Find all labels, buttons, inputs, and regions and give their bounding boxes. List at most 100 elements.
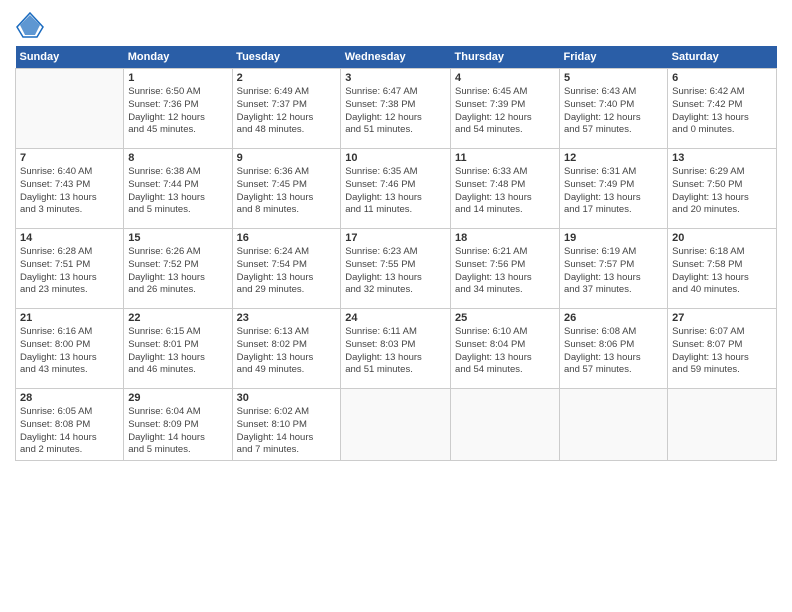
day-info: Sunrise: 6:31 AMSunset: 7:49 PMDaylight:… bbox=[564, 166, 663, 217]
calendar-cell: 29 Sunrise: 6:04 AMSunset: 8:09 PMDayligh… bbox=[124, 389, 232, 461]
logo bbox=[15, 10, 49, 40]
day-number: 13 bbox=[672, 152, 772, 164]
calendar-cell: 28 Sunrise: 6:05 AMSunset: 8:08 PMDayligh… bbox=[16, 389, 124, 461]
calendar-cell: 26 Sunrise: 6:08 AMSunset: 8:06 PMDayligh… bbox=[560, 309, 668, 389]
calendar-body: 1 Sunrise: 6:50 AMSunset: 7:36 PMDaylight… bbox=[16, 69, 777, 461]
calendar-cell: 7 Sunrise: 6:40 AMSunset: 7:43 PMDaylight… bbox=[16, 149, 124, 229]
day-number: 24 bbox=[345, 312, 446, 324]
day-info: Sunrise: 6:49 AMSunset: 7:37 PMDaylight:… bbox=[237, 86, 337, 137]
day-info: Sunrise: 6:02 AMSunset: 8:10 PMDaylight:… bbox=[237, 406, 337, 457]
day-info: Sunrise: 6:40 AMSunset: 7:43 PMDaylight:… bbox=[20, 166, 119, 217]
calendar-cell: 9 Sunrise: 6:36 AMSunset: 7:45 PMDaylight… bbox=[232, 149, 341, 229]
day-number: 11 bbox=[455, 152, 555, 164]
day-info: Sunrise: 6:19 AMSunset: 7:57 PMDaylight:… bbox=[564, 246, 663, 297]
day-info: Sunrise: 6:43 AMSunset: 7:40 PMDaylight:… bbox=[564, 86, 663, 137]
day-info: Sunrise: 6:05 AMSunset: 8:08 PMDaylight:… bbox=[20, 406, 119, 457]
calendar-cell bbox=[16, 69, 124, 149]
day-number: 26 bbox=[564, 312, 663, 324]
day-number: 18 bbox=[455, 232, 555, 244]
day-info: Sunrise: 6:18 AMSunset: 7:58 PMDaylight:… bbox=[672, 246, 772, 297]
day-info: Sunrise: 6:42 AMSunset: 7:42 PMDaylight:… bbox=[672, 86, 772, 137]
calendar-cell: 3 Sunrise: 6:47 AMSunset: 7:38 PMDaylight… bbox=[341, 69, 451, 149]
calendar-cell: 24 Sunrise: 6:11 AMSunset: 8:03 PMDayligh… bbox=[341, 309, 451, 389]
calendar-cell: 6 Sunrise: 6:42 AMSunset: 7:42 PMDaylight… bbox=[668, 69, 777, 149]
day-number: 7 bbox=[20, 152, 119, 164]
weekday-header: Monday bbox=[124, 46, 232, 69]
day-info: Sunrise: 6:35 AMSunset: 7:46 PMDaylight:… bbox=[345, 166, 446, 217]
day-info: Sunrise: 6:50 AMSunset: 7:36 PMDaylight:… bbox=[128, 86, 227, 137]
day-info: Sunrise: 6:08 AMSunset: 8:06 PMDaylight:… bbox=[564, 326, 663, 377]
day-number: 27 bbox=[672, 312, 772, 324]
calendar-cell bbox=[668, 389, 777, 461]
day-number: 8 bbox=[128, 152, 227, 164]
calendar-cell: 27 Sunrise: 6:07 AMSunset: 8:07 PMDayligh… bbox=[668, 309, 777, 389]
day-info: Sunrise: 6:29 AMSunset: 7:50 PMDaylight:… bbox=[672, 166, 772, 217]
calendar-cell bbox=[451, 389, 560, 461]
calendar-cell: 1 Sunrise: 6:50 AMSunset: 7:36 PMDaylight… bbox=[124, 69, 232, 149]
day-info: Sunrise: 6:04 AMSunset: 8:09 PMDaylight:… bbox=[128, 406, 227, 457]
day-info: Sunrise: 6:45 AMSunset: 7:39 PMDaylight:… bbox=[455, 86, 555, 137]
day-info: Sunrise: 6:15 AMSunset: 8:01 PMDaylight:… bbox=[128, 326, 227, 377]
days-of-week-row: SundayMondayTuesdayWednesdayThursdayFrid… bbox=[16, 46, 777, 69]
day-info: Sunrise: 6:13 AMSunset: 8:02 PMDaylight:… bbox=[237, 326, 337, 377]
calendar-cell: 15 Sunrise: 6:26 AMSunset: 7:52 PMDayligh… bbox=[124, 229, 232, 309]
day-number: 15 bbox=[128, 232, 227, 244]
calendar-cell: 25 Sunrise: 6:10 AMSunset: 8:04 PMDayligh… bbox=[451, 309, 560, 389]
calendar-cell: 14 Sunrise: 6:28 AMSunset: 7:51 PMDayligh… bbox=[16, 229, 124, 309]
day-info: Sunrise: 6:38 AMSunset: 7:44 PMDaylight:… bbox=[128, 166, 227, 217]
day-info: Sunrise: 6:21 AMSunset: 7:56 PMDaylight:… bbox=[455, 246, 555, 297]
logo-icon bbox=[15, 10, 45, 40]
day-number: 19 bbox=[564, 232, 663, 244]
day-info: Sunrise: 6:10 AMSunset: 8:04 PMDaylight:… bbox=[455, 326, 555, 377]
day-info: Sunrise: 6:47 AMSunset: 7:38 PMDaylight:… bbox=[345, 86, 446, 137]
day-number: 4 bbox=[455, 72, 555, 84]
day-number: 9 bbox=[237, 152, 337, 164]
weekday-header: Friday bbox=[560, 46, 668, 69]
calendar-cell: 4 Sunrise: 6:45 AMSunset: 7:39 PMDaylight… bbox=[451, 69, 560, 149]
calendar-week-row: 21Sunrise: 6:16 AMSunset: 8:00 PMDayligh… bbox=[16, 309, 777, 389]
calendar-cell: 22Sunrise: 6:15 AMSunset: 8:01 PMDayligh… bbox=[124, 309, 232, 389]
calendar-week-row: 1 Sunrise: 6:50 AMSunset: 7:36 PMDaylight… bbox=[16, 69, 777, 149]
day-info: Sunrise: 6:26 AMSunset: 7:52 PMDaylight:… bbox=[128, 246, 227, 297]
calendar-cell: 10 Sunrise: 6:35 AMSunset: 7:46 PMDayligh… bbox=[341, 149, 451, 229]
calendar-cell bbox=[560, 389, 668, 461]
day-info: Sunrise: 6:36 AMSunset: 7:45 PMDaylight:… bbox=[237, 166, 337, 217]
day-number: 29 bbox=[128, 392, 227, 404]
day-number: 3 bbox=[345, 72, 446, 84]
day-number: 28 bbox=[20, 392, 119, 404]
day-number: 2 bbox=[237, 72, 337, 84]
day-number: 21 bbox=[20, 312, 119, 324]
day-number: 30 bbox=[237, 392, 337, 404]
weekday-header: Wednesday bbox=[341, 46, 451, 69]
day-number: 12 bbox=[564, 152, 663, 164]
calendar-cell: 23Sunrise: 6:13 AMSunset: 8:02 PMDayligh… bbox=[232, 309, 341, 389]
calendar-cell: 16Sunrise: 6:24 AMSunset: 7:54 PMDayligh… bbox=[232, 229, 341, 309]
calendar-cell: 18 Sunrise: 6:21 AMSunset: 7:56 PMDayligh… bbox=[451, 229, 560, 309]
day-info: Sunrise: 6:33 AMSunset: 7:48 PMDaylight:… bbox=[455, 166, 555, 217]
day-number: 14 bbox=[20, 232, 119, 244]
day-info: Sunrise: 6:28 AMSunset: 7:51 PMDaylight:… bbox=[20, 246, 119, 297]
calendar-table: SundayMondayTuesdayWednesdayThursdayFrid… bbox=[15, 46, 777, 461]
calendar-cell: 8 Sunrise: 6:38 AMSunset: 7:44 PMDaylight… bbox=[124, 149, 232, 229]
calendar-cell: 20Sunrise: 6:18 AMSunset: 7:58 PMDayligh… bbox=[668, 229, 777, 309]
weekday-header: Tuesday bbox=[232, 46, 341, 69]
weekday-header: Saturday bbox=[668, 46, 777, 69]
day-number: 6 bbox=[672, 72, 772, 84]
calendar-cell: 21Sunrise: 6:16 AMSunset: 8:00 PMDayligh… bbox=[16, 309, 124, 389]
weekday-header: Sunday bbox=[16, 46, 124, 69]
calendar-week-row: 14 Sunrise: 6:28 AMSunset: 7:51 PMDayligh… bbox=[16, 229, 777, 309]
calendar-cell: 30 Sunrise: 6:02 AMSunset: 8:10 PMDayligh… bbox=[232, 389, 341, 461]
day-number: 1 bbox=[128, 72, 227, 84]
calendar-week-row: 7 Sunrise: 6:40 AMSunset: 7:43 PMDaylight… bbox=[16, 149, 777, 229]
calendar-cell: 19 Sunrise: 6:19 AMSunset: 7:57 PMDayligh… bbox=[560, 229, 668, 309]
day-number: 10 bbox=[345, 152, 446, 164]
calendar-cell: 5Sunrise: 6:43 AMSunset: 7:40 PMDaylight… bbox=[560, 69, 668, 149]
day-info: Sunrise: 6:07 AMSunset: 8:07 PMDaylight:… bbox=[672, 326, 772, 377]
day-info: Sunrise: 6:11 AMSunset: 8:03 PMDaylight:… bbox=[345, 326, 446, 377]
calendar-cell: 13 Sunrise: 6:29 AMSunset: 7:50 PMDayligh… bbox=[668, 149, 777, 229]
calendar-cell: 12 Sunrise: 6:31 AMSunset: 7:49 PMDayligh… bbox=[560, 149, 668, 229]
page-container: SundayMondayTuesdayWednesdayThursdayFrid… bbox=[0, 0, 792, 471]
day-number: 25 bbox=[455, 312, 555, 324]
day-info: Sunrise: 6:24 AMSunset: 7:54 PMDaylight:… bbox=[237, 246, 337, 297]
calendar-cell: 11 Sunrise: 6:33 AMSunset: 7:48 PMDayligh… bbox=[451, 149, 560, 229]
